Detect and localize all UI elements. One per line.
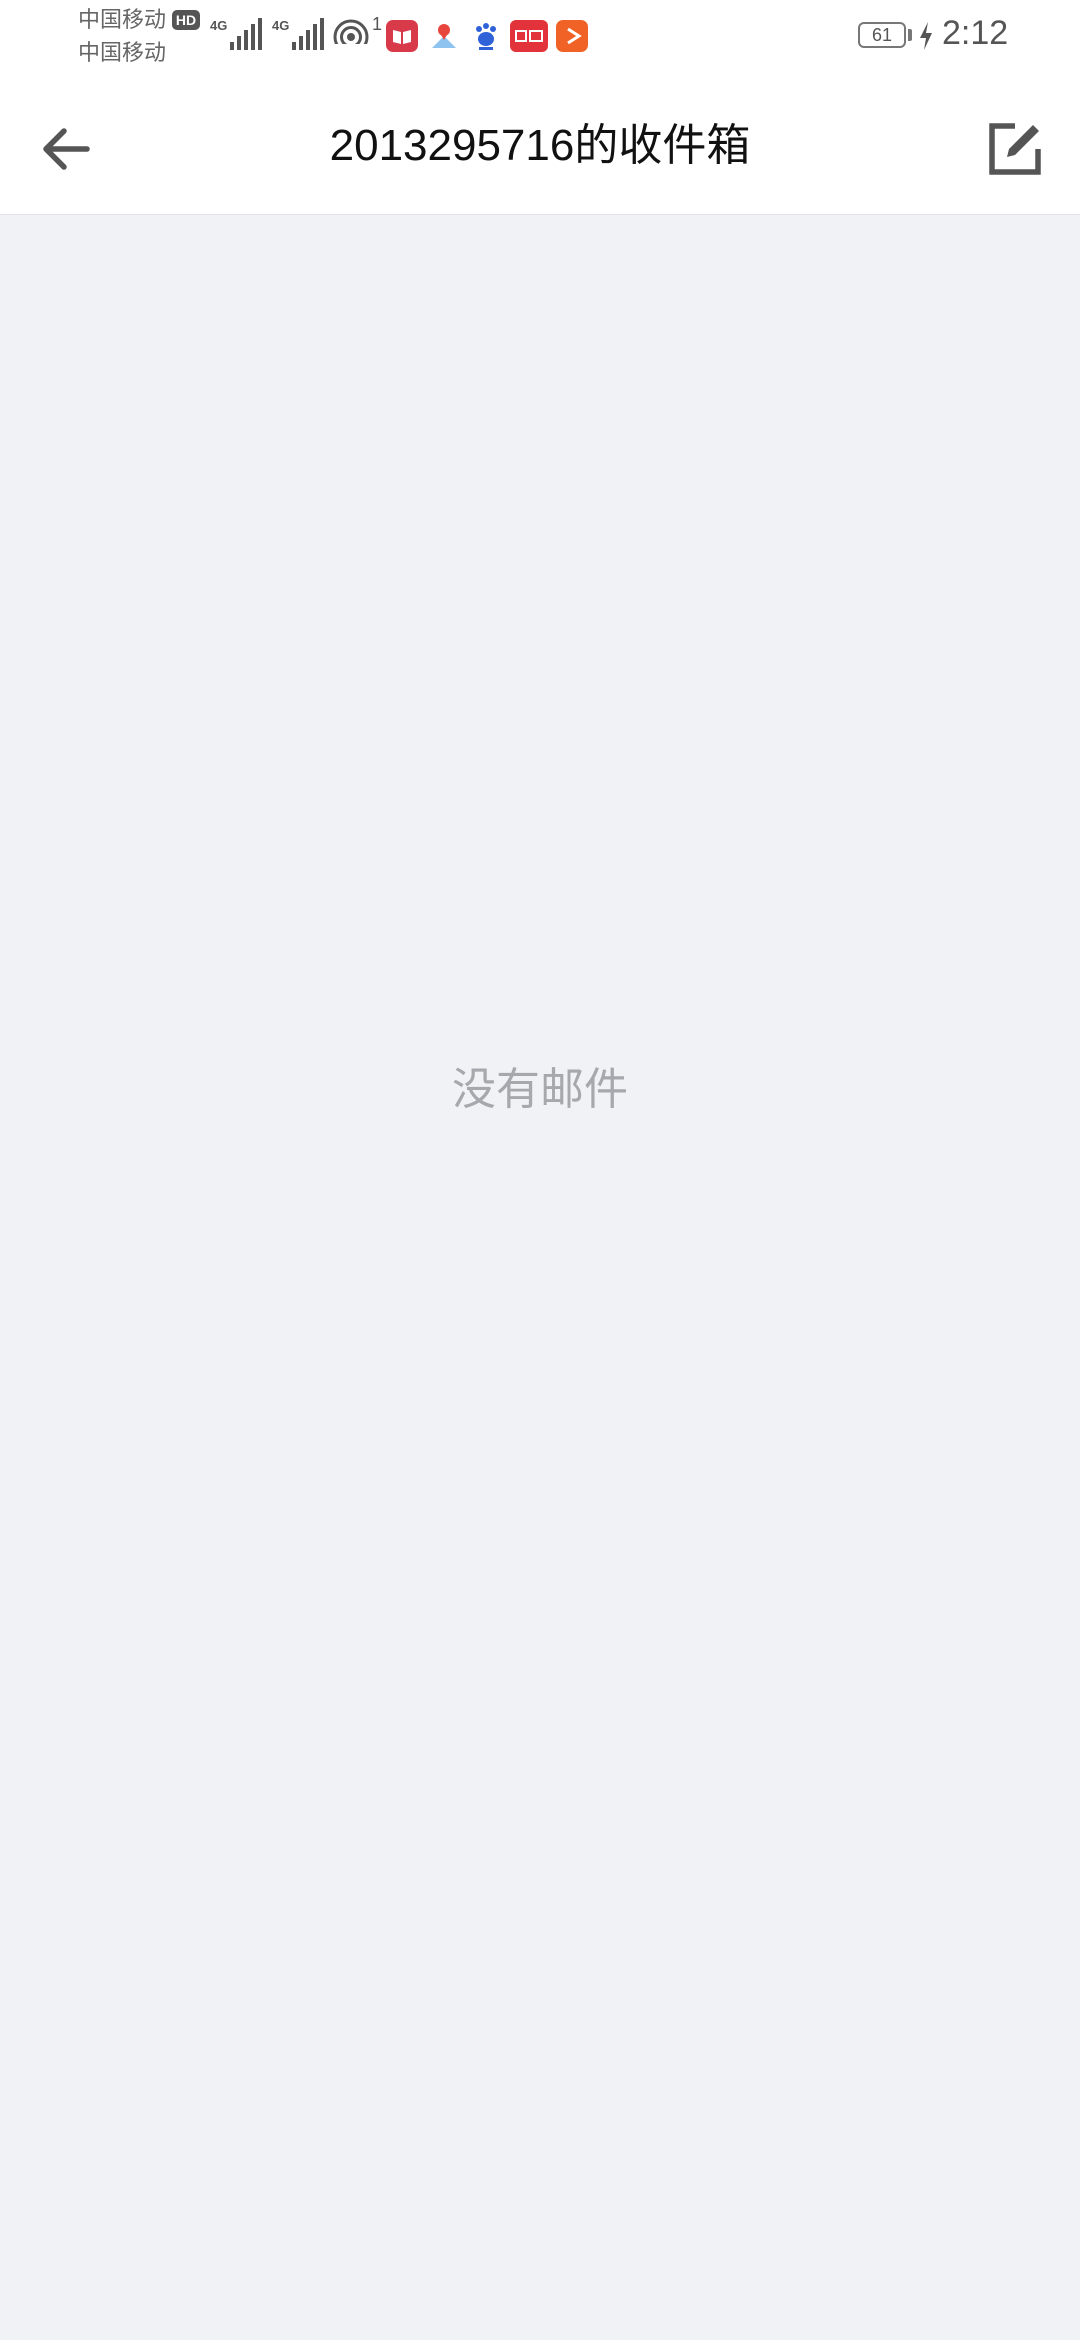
network-type-2-label: 4G [272,18,290,33]
status-time: 2:12 [942,14,1009,52]
arrow-left-icon [43,128,90,170]
battery-indicator: 61 [858,22,906,48]
carrier-labels: 中国移动 中国移动 [78,4,166,70]
toutiao-icon [510,20,548,52]
status-bar: 中国移动 中国移动 HD 4G 4G 1 61 2:12 [0,0,1080,80]
hotspot-count: 1 [372,14,383,34]
battery-cap [908,29,912,41]
edit-square-icon [989,123,1041,175]
app-header: 2013295716的收件箱 [0,80,1080,215]
carrier-2-label: 中国移动 [78,41,167,66]
page-title: 2013295716的收件箱 [329,121,751,170]
map-pin-icon [428,20,460,52]
book-reader-icon [386,20,418,52]
mail-inbox-screen: 中国移动 中国移动 HD 4G 4G 1 61 2:12 2013295716的… [0,0,1080,2340]
carrier-1-label: 中国移动 [78,8,167,33]
network-type-1-label: 4G [210,18,228,33]
charging-bolt-icon [920,22,932,50]
video-play-icon [556,20,588,52]
back-button[interactable] [26,110,104,188]
hd-badge: HD [172,10,200,30]
inbox-list-area[interactable]: 没有邮件 [0,215,1080,2340]
empty-inbox-message: 没有邮件 [452,1064,628,1115]
baidu-paw-icon [470,20,502,52]
hotspot-icon [332,19,370,56]
compose-button[interactable] [976,110,1054,188]
